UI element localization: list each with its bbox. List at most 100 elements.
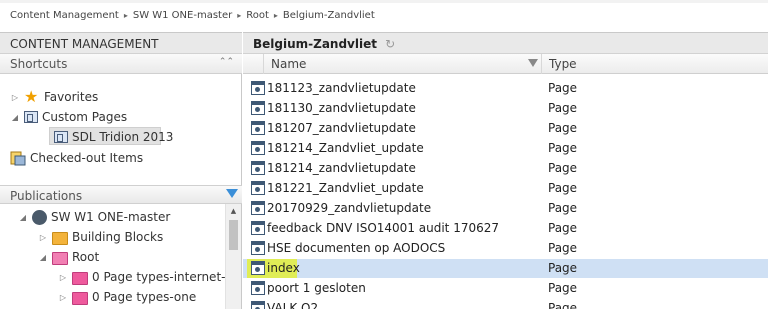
list-item-selected[interactable]: index Page — [243, 259, 768, 278]
item-type: Page — [548, 241, 578, 255]
root-label: Root — [72, 250, 100, 264]
tree-item-page-types-one[interactable]: ▷ 0 Page types-one — [58, 287, 196, 307]
breadcrumb-separator-icon: ▸ — [273, 11, 278, 20]
item-name: poort 1 gesloten — [267, 281, 366, 295]
refresh-icon[interactable]: ↻ — [385, 37, 395, 51]
item-type: Page — [548, 201, 578, 215]
list-item[interactable]: 181214_Zandvliet_update Page — [243, 139, 768, 158]
content-management-header: CONTENT MANAGEMENT — [0, 32, 242, 54]
breadcrumb-item-publication[interactable]: SW W1 ONE-master — [133, 10, 232, 21]
shortcut-checked-out[interactable]: Checked-out Items — [10, 148, 143, 168]
page-icon — [251, 121, 265, 135]
shortcuts-label: Shortcuts — [10, 57, 68, 71]
item-name: 20170929_zandvlietupdate — [267, 201, 432, 215]
navigation-panel: CONTENT MANAGEMENT Shortcuts ⌃⌃ ▷ ★ Favo… — [0, 32, 242, 309]
filter-icon[interactable] — [226, 189, 238, 198]
page-icon — [251, 201, 265, 215]
list-item[interactable]: HSE documenten op AODOCS Page — [243, 239, 768, 258]
custom-pages-label: Custom Pages — [42, 110, 128, 124]
list-header: Belgium-Zandvliet ↻ — [243, 32, 768, 54]
list-item[interactable]: 20170929_zandvlietupdate Page — [243, 199, 768, 218]
list-panel: Belgium-Zandvliet ↻ Name Type 181123_zan… — [243, 32, 768, 309]
column-header-type[interactable]: Type — [549, 57, 577, 71]
building-blocks-label: Building Blocks — [72, 230, 164, 244]
list-item[interactable]: 181214_zandvlietupdate Page — [243, 159, 768, 178]
shortcut-custom-pages[interactable]: ◢ Custom Pages — [10, 107, 127, 127]
breadcrumb-separator-icon: ▸ — [123, 11, 128, 20]
column-divider[interactable] — [541, 54, 542, 74]
page-icon — [251, 161, 265, 175]
scrollbar-thumb[interactable] — [229, 220, 238, 250]
item-name: 181214_zandvlietupdate — [267, 161, 416, 175]
page-icon — [251, 181, 265, 195]
list-item[interactable]: 181130_zandvlietupdate Page — [243, 99, 768, 118]
collapse-icon[interactable]: ⌃⌃ — [219, 57, 234, 67]
item-name: 181130_zandvlietupdate — [267, 101, 416, 115]
column-header-name[interactable]: Name — [271, 57, 306, 71]
breadcrumb-item-current[interactable]: Belgium-Zandvliet — [283, 10, 375, 21]
list-item[interactable]: 181123_zandvlietupdate Page — [243, 79, 768, 98]
scroll-up-icon[interactable]: ▲ — [226, 207, 241, 215]
breadcrumb-separator-icon: ▸ — [237, 11, 242, 20]
item-name: VALK O2 — [267, 301, 319, 309]
checked-out-icon — [10, 150, 26, 166]
expand-icon[interactable]: ▷ — [10, 93, 20, 102]
item-type: Page — [548, 181, 578, 195]
globe-icon — [32, 209, 47, 225]
column-header-row: Name Type — [243, 54, 768, 74]
shortcuts-bar[interactable]: Shortcuts ⌃⌃ — [0, 54, 242, 74]
breadcrumb-item-content-management[interactable]: Content Management — [10, 10, 119, 21]
structure-group-icon — [52, 251, 68, 265]
shortcut-favorites[interactable]: ▷ ★ Favorites — [10, 87, 98, 107]
item-name: 181214_Zandvliet_update — [267, 141, 424, 155]
shortcut-sdl-tridion[interactable]: SDL Tridion 2013 — [54, 127, 173, 147]
list-item[interactable]: feedback DNV ISO14001 audit 170627 Page — [243, 219, 768, 238]
tree-item-publication-master[interactable]: ◢ SW W1 ONE-master — [18, 207, 170, 227]
filter-icon[interactable] — [528, 59, 538, 67]
tree-item-page-types-internet[interactable]: ▷ 0 Page types-internet-c — [58, 267, 232, 287]
tree-scrollbar[interactable]: ▲ — [225, 204, 241, 309]
favorites-label: Favorites — [44, 90, 99, 104]
list-item[interactable]: VALK O2 Page — [243, 299, 768, 309]
page-icon — [251, 101, 265, 115]
folder-icon — [52, 231, 68, 245]
expand-icon[interactable]: ▷ — [38, 233, 48, 242]
expand-icon[interactable]: ▷ — [58, 273, 68, 282]
item-type: Page — [548, 261, 578, 275]
collapse-tree-icon[interactable]: ◢ — [18, 213, 28, 222]
collapse-tree-icon[interactable]: ◢ — [10, 113, 20, 122]
publications-label: Publications — [10, 189, 83, 203]
publications-bar[interactable]: Publications — [0, 185, 242, 204]
shortcuts-tree: ▷ ★ Favorites ◢ Custom Pages SDL Tridion… — [0, 74, 242, 185]
page-icon — [251, 241, 265, 255]
expand-icon[interactable]: ▷ — [58, 293, 68, 302]
item-type: Page — [548, 281, 578, 295]
item-name: 181207_zandvlietupdate — [267, 121, 416, 135]
publications-tree: ◢ SW W1 ONE-master ▷ Building Blocks ◢ R… — [0, 204, 242, 309]
custom-page-icon — [54, 131, 68, 143]
item-name: 181221_Zandvliet_update — [267, 181, 424, 195]
list-item[interactable]: 181221_Zandvliet_update Page — [243, 179, 768, 198]
tree-item-building-blocks[interactable]: ▷ Building Blocks — [38, 227, 163, 247]
list-item[interactable]: poort 1 gesloten Page — [243, 279, 768, 298]
structure-group-icon — [72, 271, 88, 285]
page-icon — [251, 301, 265, 309]
breadcrumb-item-root[interactable]: Root — [246, 10, 269, 21]
item-type: Page — [548, 121, 578, 135]
page-icon — [251, 221, 265, 235]
page-icon — [251, 281, 265, 295]
sdl-tridion-label: SDL Tridion 2013 — [72, 130, 174, 144]
page-icon — [251, 261, 265, 275]
structure-group-icon — [72, 291, 88, 305]
item-type: Page — [548, 301, 578, 309]
checked-out-label: Checked-out Items — [30, 151, 144, 165]
item-type: Page — [548, 81, 578, 95]
column-divider — [263, 54, 264, 74]
page-icon — [251, 141, 265, 155]
item-type: Page — [548, 101, 578, 115]
item-type: Page — [548, 141, 578, 155]
collapse-tree-icon[interactable]: ◢ — [38, 253, 48, 262]
list-item[interactable]: 181207_zandvlietupdate Page — [243, 119, 768, 138]
item-name: feedback DNV ISO14001 audit 170627 — [267, 221, 500, 235]
tree-item-root[interactable]: ◢ Root — [38, 247, 99, 267]
